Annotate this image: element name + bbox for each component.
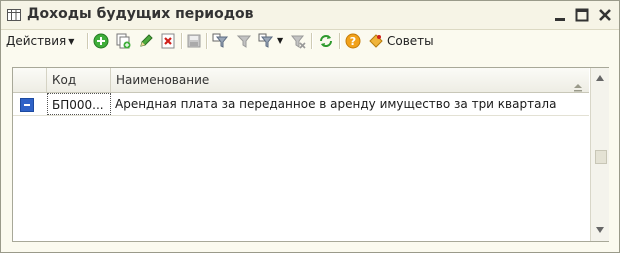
name-cell[interactable]: Арендная плата за переданное в аренду им… <box>111 93 589 115</box>
column-header-name-label: Наименование <box>116 73 210 87</box>
filter-clear-icon[interactable] <box>289 32 307 50</box>
filter-icon[interactable] <box>211 32 229 50</box>
tips-button[interactable]: Советы <box>387 32 434 50</box>
toolbar-separator <box>311 33 313 49</box>
toolbar-separator <box>206 33 208 49</box>
close-icon <box>599 9 611 21</box>
sort-icon <box>573 76 583 92</box>
edit-icon[interactable] <box>137 32 155 50</box>
table-header: Код Наименование <box>13 68 589 93</box>
data-table: Код Наименование БП000... Арендная плата… <box>12 67 609 242</box>
vertical-scrollbar[interactable] <box>590 68 609 241</box>
maximize-icon <box>575 8 589 22</box>
scrollbar-thumb[interactable] <box>595 150 607 164</box>
tips-icon[interactable] <box>367 32 385 50</box>
minimize-icon <box>555 18 565 21</box>
row-state-marker <box>13 93 47 115</box>
copy-icon[interactable] <box>114 32 132 50</box>
delete-icon[interactable] <box>159 32 177 50</box>
toolbar-separator <box>87 33 89 49</box>
svg-text:?: ? <box>350 35 356 48</box>
refresh-icon[interactable] <box>317 32 335 50</box>
table-row[interactable]: БП000... Арендная плата за переданное в … <box>13 93 589 116</box>
main-window: Доходы будущих периодов Действия ▼ ▼ ? С… <box>0 0 620 253</box>
collapse-icon <box>20 98 34 112</box>
filter-off-icon[interactable] <box>235 32 253 50</box>
window-title: Доходы будущих периодов <box>27 6 254 22</box>
save-icon[interactable] <box>185 32 203 50</box>
close-button[interactable] <box>597 7 613 23</box>
title-bar[interactable]: Доходы будущих периодов <box>1 1 619 30</box>
toolbar-separator <box>181 33 183 49</box>
toolbar: Действия ▼ ▼ ? Советы <box>1 30 619 52</box>
scroll-down-icon[interactable] <box>593 222 607 236</box>
add-icon[interactable] <box>92 32 110 50</box>
minimize-button[interactable] <box>552 7 568 23</box>
table-icon <box>7 8 21 22</box>
maximize-button[interactable] <box>574 7 590 23</box>
actions-menu-button[interactable]: Действия ▼ <box>6 32 74 50</box>
actions-label: Действия <box>6 34 67 48</box>
chevron-down-icon: ▼ <box>68 37 75 46</box>
filter-menu-icon[interactable] <box>257 32 275 50</box>
column-header-marker[interactable] <box>13 68 47 92</box>
code-cell[interactable]: БП000... <box>47 93 111 115</box>
scroll-up-icon[interactable] <box>593 72 607 86</box>
help-icon[interactable]: ? <box>344 32 362 50</box>
column-header-code[interactable]: Код <box>47 68 111 92</box>
column-header-name[interactable]: Наименование <box>111 68 589 92</box>
chevron-down-icon[interactable]: ▼ <box>277 36 283 45</box>
toolbar-separator <box>339 33 341 49</box>
